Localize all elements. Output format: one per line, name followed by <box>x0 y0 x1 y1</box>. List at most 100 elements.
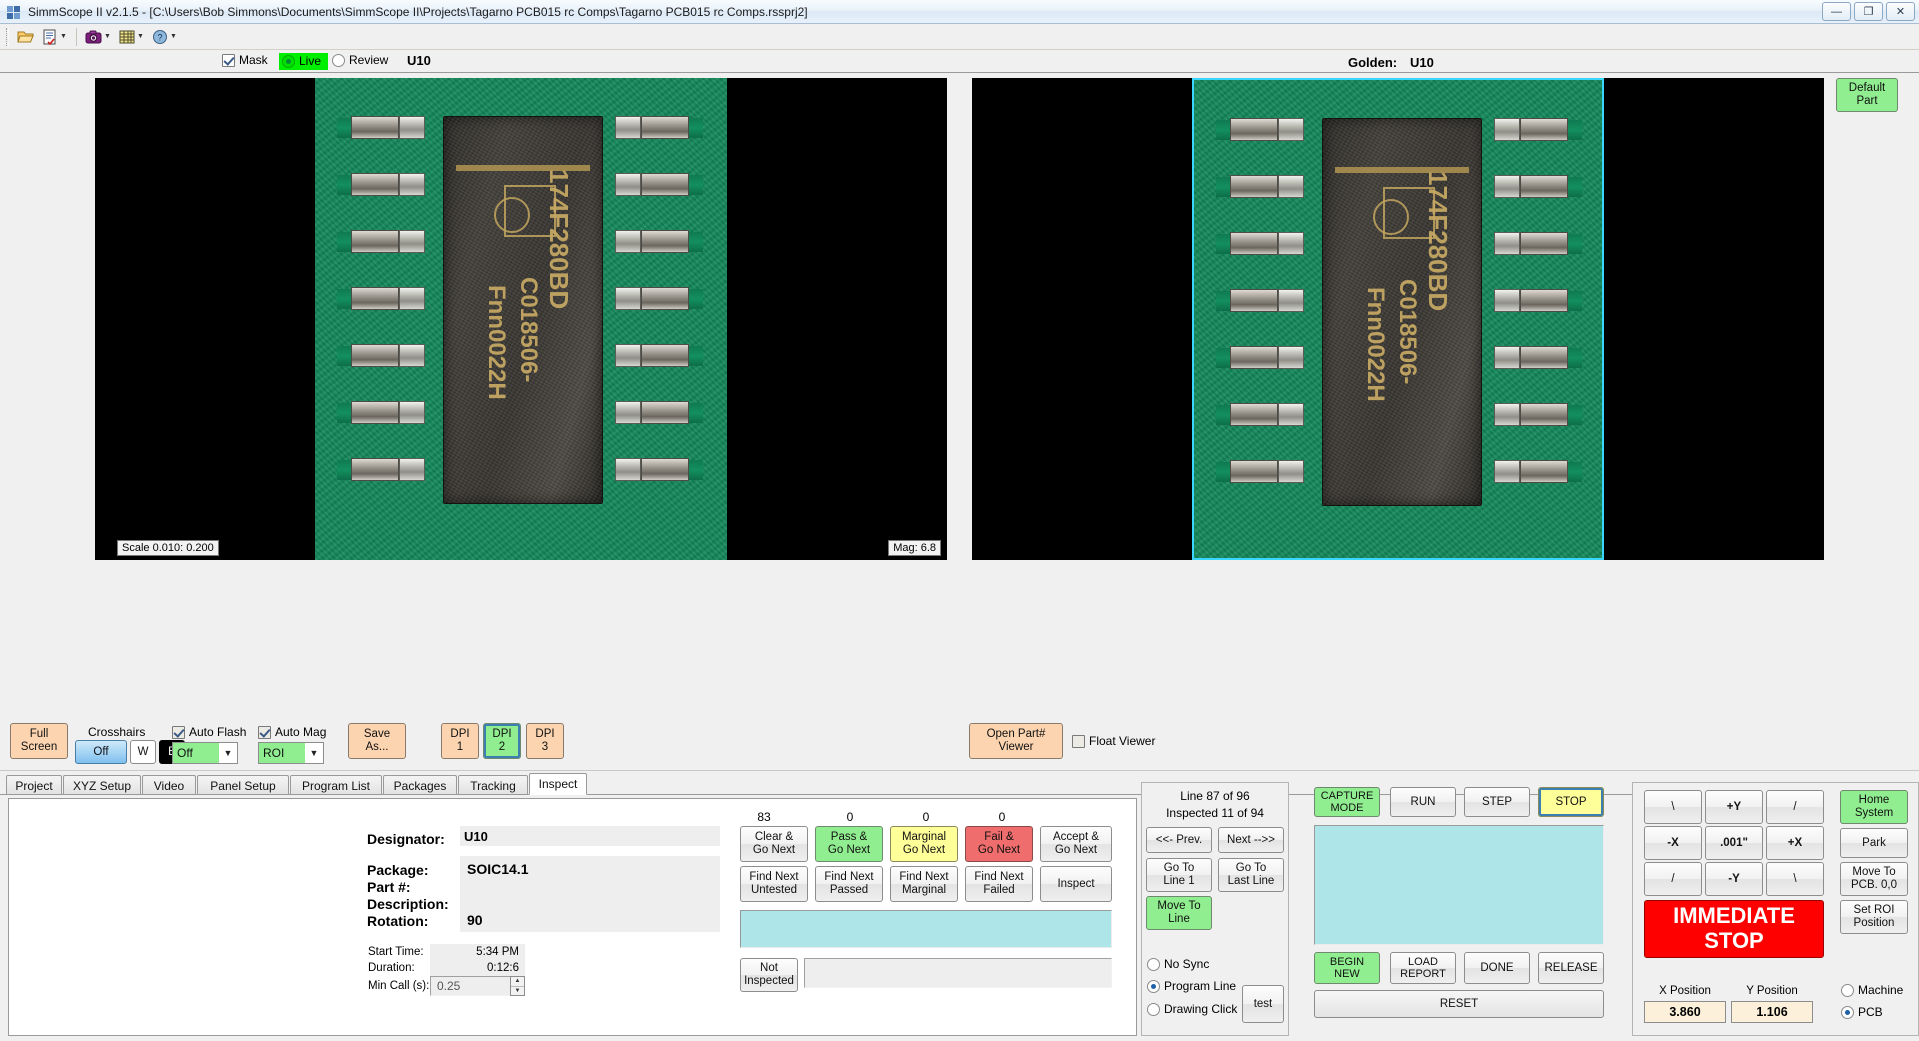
x-position-label: X Position <box>1659 985 1711 997</box>
find-next-untested-button[interactable]: Find Next Untested <box>740 866 808 902</box>
no-sync-radio[interactable]: No Sync <box>1147 957 1209 971</box>
report-dropdown-arrow[interactable]: ▼ <box>59 28 68 46</box>
minimize-button[interactable]: — <box>1822 2 1851 21</box>
tab-project[interactable]: Project <box>6 775 62 795</box>
review-radio-dot <box>332 53 345 67</box>
dpi-3-button[interactable]: DPI 3 <box>526 723 564 759</box>
crosshairs-white-button[interactable]: W <box>130 740 156 764</box>
live-video-pane[interactable]: 174F280BD C018506- Fnn0022H Scale 0.010:… <box>95 78 947 560</box>
tab-program-list[interactable]: Program List <box>290 775 382 795</box>
load-report-button[interactable]: LOAD REPORT <box>1390 952 1456 984</box>
golden-video-pane[interactable]: 174F280BD C018506- Fnn0022H <box>972 78 1824 560</box>
save-as-button[interactable]: Save As... <box>348 723 406 759</box>
stepper-up-icon[interactable]: ▲ <box>511 977 524 987</box>
no-sync-label: No Sync <box>1164 957 1210 971</box>
jog-minus-y-button[interactable]: -Y <box>1705 862 1763 896</box>
not-inspected-button[interactable]: Not Inspected <box>740 958 798 992</box>
marginal-go-next-button[interactable]: Marginal Go Next <box>890 826 958 862</box>
tab-panel-setup[interactable]: Panel Setup <box>197 775 289 795</box>
auto-flash-combo[interactable]: Off ▼ <box>172 742 238 764</box>
tab-video[interactable]: Video <box>142 775 196 795</box>
jog-up-left-button[interactable]: \ <box>1644 790 1702 824</box>
done-button[interactable]: DONE <box>1464 952 1530 984</box>
prev-button[interactable]: <<- Prev. <box>1146 827 1212 853</box>
capture-mode-button[interactable]: CAPTURE MODE <box>1314 787 1380 817</box>
tab-tracking[interactable]: Tracking <box>458 775 528 795</box>
move-to-pcb-button[interactable]: Move To PCB. 0,0 <box>1840 862 1908 896</box>
stop-button[interactable]: STOP <box>1538 787 1604 817</box>
auto-flash-label: Auto Flash <box>189 725 247 739</box>
auto-mag-checkbox[interactable]: Auto Mag <box>258 725 326 739</box>
review-radio[interactable]: Review <box>332 53 388 67</box>
jog-plus-x-button[interactable]: +X <box>1766 826 1824 860</box>
full-screen-button[interactable]: Full Screen <box>10 723 68 759</box>
jog-plus-y-button[interactable]: +Y <box>1705 790 1763 824</box>
release-button[interactable]: RELEASE <box>1538 952 1604 984</box>
begin-new-button[interactable]: BEGIN NEW <box>1314 952 1380 984</box>
default-part-button[interactable]: Default Part <box>1836 78 1898 112</box>
grid-dropdown-arrow[interactable]: ▼ <box>136 28 145 46</box>
help-dropdown-arrow[interactable]: ▼ <box>169 28 178 46</box>
jog-up-right-button[interactable]: / <box>1766 790 1824 824</box>
grid-button[interactable]: ▼ <box>116 26 147 48</box>
line-status: Line 87 of 96 <box>1180 789 1250 803</box>
auto-mag-combo[interactable]: ROI ▼ <box>258 742 324 764</box>
stepper-down-icon[interactable]: ▼ <box>511 987 524 996</box>
go-to-last-line-button[interactable]: Go To Last Line <box>1218 858 1284 892</box>
crosshairs-off-button[interactable]: Off <box>75 740 127 764</box>
pcb-coord-radio[interactable]: PCB <box>1841 1005 1883 1019</box>
drawing-click-radio[interactable]: Drawing Click <box>1147 1002 1237 1016</box>
tab-inspect[interactable]: Inspect <box>529 773 587 795</box>
immediate-stop-button[interactable]: IMMEDIATE STOP <box>1644 900 1824 958</box>
fail-go-next-button[interactable]: Fail & Go Next <box>965 826 1033 862</box>
test-button[interactable]: test <box>1242 985 1284 1023</box>
inspect-button[interactable]: Inspect <box>1040 866 1112 902</box>
accept-go-next-button[interactable]: Accept & Go Next <box>1040 826 1112 862</box>
help-button[interactable]: ? ▼ <box>149 26 180 48</box>
home-system-button[interactable]: Home System <box>1840 790 1908 824</box>
open-part-viewer-button[interactable]: Open Part# Viewer <box>969 723 1063 759</box>
report-button[interactable]: ▼ <box>39 26 70 48</box>
move-to-line-button[interactable]: Move To Line <box>1146 896 1212 930</box>
golden-label: Golden: <box>1348 55 1398 70</box>
open-project-button[interactable] <box>15 26 37 48</box>
close-button[interactable]: ✕ <box>1886 2 1915 21</box>
min-call-stepper[interactable]: ▲ ▼ <box>510 976 525 996</box>
camera-button[interactable]: ▼ <box>83 26 114 48</box>
tab-packages[interactable]: Packages <box>383 775 457 795</box>
find-next-failed-button[interactable]: Find Next Failed <box>965 866 1033 902</box>
y-position-value: 1.106 <box>1731 1001 1813 1023</box>
run-button[interactable]: RUN <box>1390 787 1456 817</box>
set-roi-position-button[interactable]: Set ROI Position <box>1840 900 1908 934</box>
camera-dropdown-arrow[interactable]: ▼ <box>103 28 112 46</box>
next-button[interactable]: Next -->> <box>1218 827 1284 853</box>
machine-coord-radio[interactable]: Machine <box>1841 983 1903 997</box>
go-to-line-1-button[interactable]: Go To Line 1 <box>1146 858 1212 892</box>
jog-down-right-button[interactable]: \ <box>1766 862 1824 896</box>
reset-button[interactable]: RESET <box>1314 990 1604 1018</box>
dpi-2-button[interactable]: DPI 2 <box>483 723 521 759</box>
jog-down-left-button[interactable]: / <box>1644 862 1702 896</box>
find-next-passed-button[interactable]: Find Next Passed <box>815 866 883 902</box>
live-designator: U10 <box>407 53 431 68</box>
live-radio[interactable]: Live <box>279 53 329 70</box>
restore-button[interactable]: ❐ <box>1854 2 1883 21</box>
clear-go-next-button[interactable]: Clear & Go Next <box>740 826 808 862</box>
dpi-1-button[interactable]: DPI 1 <box>441 723 479 759</box>
chevron-down-icon[interactable]: ▼ <box>305 748 323 758</box>
step-button[interactable]: STEP <box>1464 787 1530 817</box>
ic-marking-line-2: C018506- <box>515 277 542 383</box>
program-line-radio[interactable]: Program Line <box>1147 979 1236 993</box>
mask-checkbox[interactable]: Mask <box>222 53 268 67</box>
auto-flash-checkbox[interactable]: Auto Flash <box>172 725 246 739</box>
jog-minus-x-button[interactable]: -X <box>1644 826 1702 860</box>
tab-xyz-setup[interactable]: XYZ Setup <box>63 775 141 795</box>
find-next-marginal-button[interactable]: Find Next Marginal <box>890 866 958 902</box>
chevron-down-icon[interactable]: ▼ <box>219 748 237 758</box>
not-inspected-field <box>804 958 1112 988</box>
jog-step-size-button[interactable]: .001" <box>1705 826 1763 860</box>
pass-go-next-button[interactable]: Pass & Go Next <box>815 826 883 862</box>
float-viewer-checkbox[interactable]: Float Viewer <box>1072 734 1155 748</box>
park-button[interactable]: Park <box>1840 828 1908 858</box>
run-log-panel[interactable] <box>1314 825 1604 945</box>
